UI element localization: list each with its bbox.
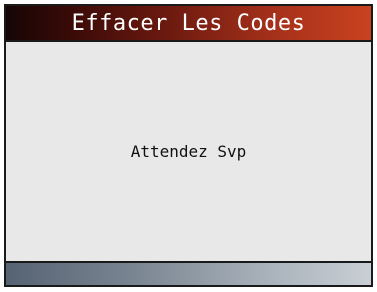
function-key-bar <box>6 263 371 285</box>
device-screen: Effacer Les Codes Attendez Svp <box>4 4 373 287</box>
title-bar: Effacer Les Codes <box>6 6 371 40</box>
screen-title: Effacer Les Codes <box>71 10 306 36</box>
content-area: Attendez Svp <box>6 42 371 261</box>
status-message: Attendez Svp <box>130 142 247 161</box>
